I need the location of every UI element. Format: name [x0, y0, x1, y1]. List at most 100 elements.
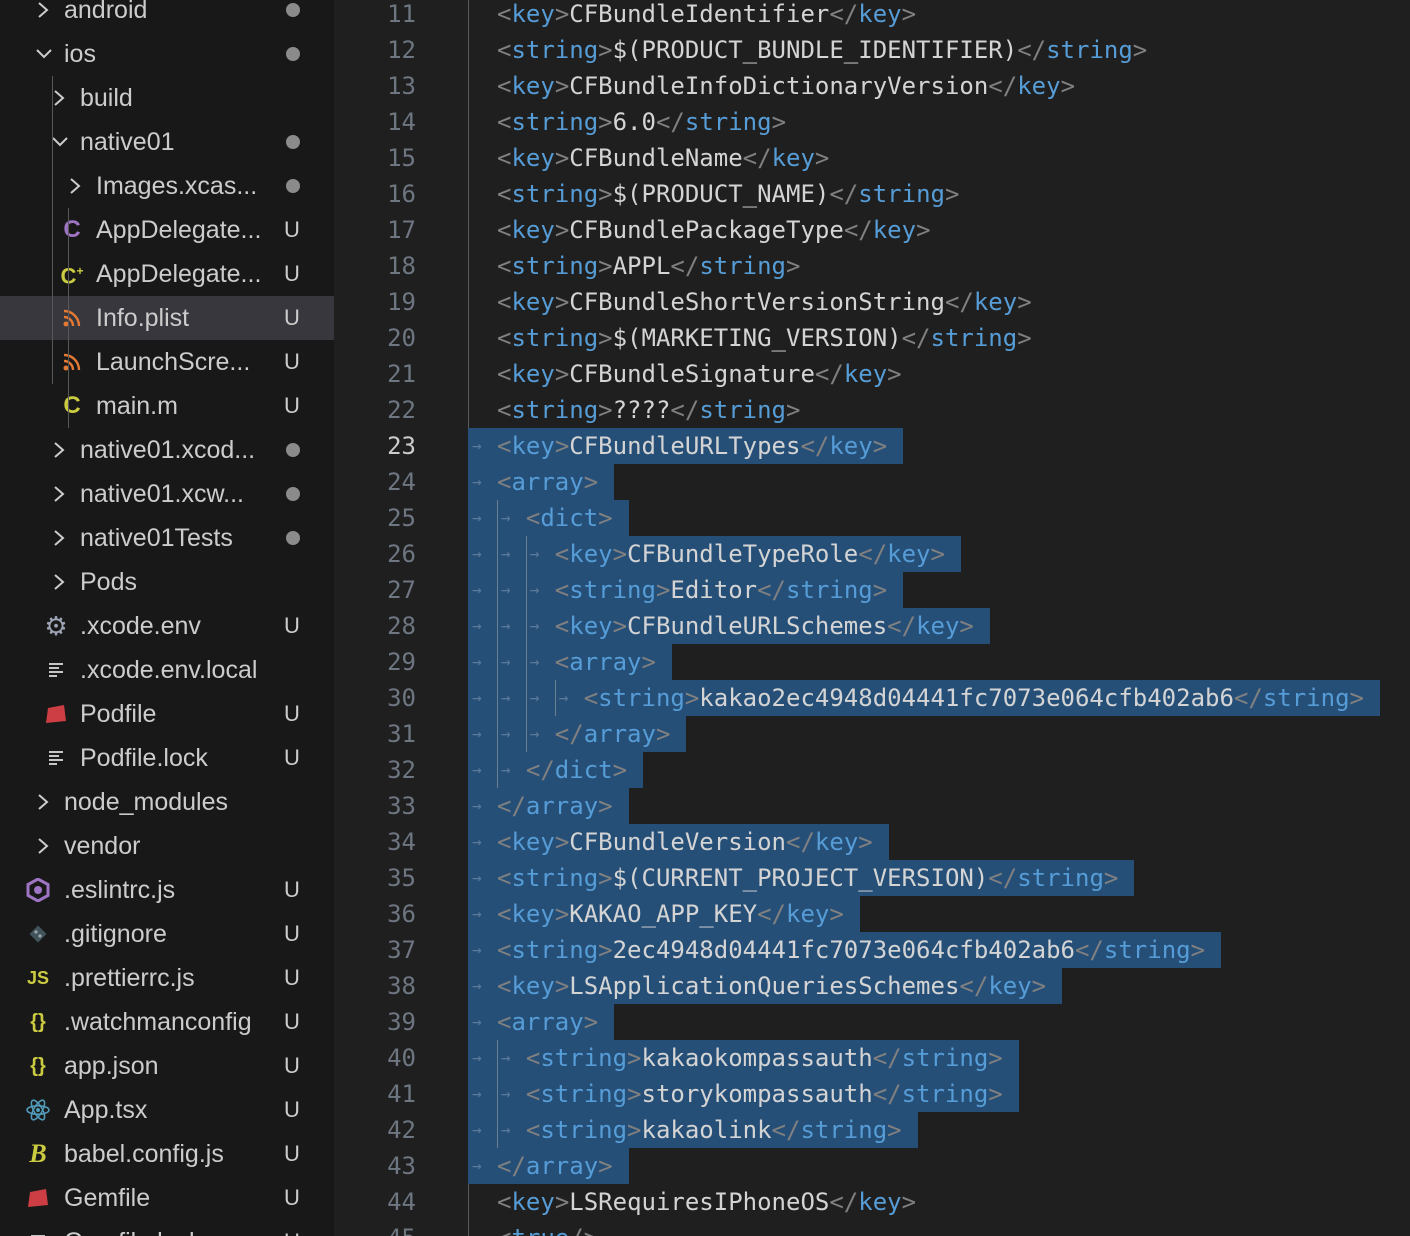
- chevron-right-icon[interactable]: [48, 428, 72, 472]
- code-text[interactable]: <string>6.0</string>: [497, 104, 786, 140]
- code-text[interactable]: <key>KAKAO_APP_KEY</key>: [497, 896, 844, 932]
- explorer-item-appdelegate[interactable]: C+ AppDelegate... U: [0, 252, 334, 296]
- code-text[interactable]: <string>2ec4948d04441fc7073e064cfb402ab6…: [497, 932, 1205, 968]
- explorer-item-babel-config-js[interactable]: Bbabel.config.js U: [0, 1132, 334, 1176]
- chevron-down-icon[interactable]: [32, 32, 56, 76]
- code-line[interactable]: 17 <key>CFBundlePackageType</key>: [334, 212, 1410, 248]
- code-text[interactable]: <string>$(MARKETING_VERSION)</string>: [497, 320, 1032, 356]
- code-line[interactable]: → → → 29 <array>: [334, 644, 1410, 680]
- code-text[interactable]: <key>CFBundleVersion</key>: [497, 824, 873, 860]
- code-text[interactable]: <key>CFBundlePackageType</key>: [497, 212, 931, 248]
- code-text[interactable]: <string>kakaokompassauth</string>: [526, 1040, 1003, 1076]
- code-text[interactable]: <string>kakao2ec4948d04441fc7073e064cfb4…: [584, 680, 1364, 716]
- code-text[interactable]: <key>CFBundleURLTypes</key>: [497, 428, 887, 464]
- code-line[interactable]: → → → 27 <string>Editor</string>: [334, 572, 1410, 608]
- code-text[interactable]: <key>LSRequiresIPhoneOS</key>: [497, 1184, 916, 1220]
- explorer-item-watchmanconfig[interactable]: {} .watchmanconfig U: [0, 1000, 334, 1044]
- code-line[interactable]: 21 <key>CFBundleSignature</key>: [334, 356, 1410, 392]
- code-text[interactable]: <array>: [497, 1004, 598, 1040]
- code-line[interactable]: 20 <string>$(MARKETING_VERSION)</string>: [334, 320, 1410, 356]
- code-text[interactable]: </dict>: [526, 752, 627, 788]
- explorer-item-appdelegate[interactable]: C AppDelegate... U: [0, 208, 334, 252]
- code-text[interactable]: <key>CFBundleIdentifier</key>: [497, 0, 916, 32]
- explorer-item-app-json[interactable]: {} app.json U: [0, 1044, 334, 1088]
- explorer-item-native01-xcod[interactable]: native01.xcod...: [0, 428, 334, 472]
- code-line[interactable]: → 43 </array>: [334, 1148, 1410, 1184]
- code-line[interactable]: → → 40 <string>kakaokompassauth</string>: [334, 1040, 1410, 1076]
- code-text[interactable]: <true/>: [497, 1220, 598, 1236]
- chevron-right-icon[interactable]: [48, 560, 72, 604]
- code-line[interactable]: 12 <string>$(PRODUCT_BUNDLE_IDENTIFIER)</…: [334, 32, 1410, 68]
- explorer-item-ios[interactable]: ios: [0, 32, 334, 76]
- code-text[interactable]: </array>: [497, 788, 613, 824]
- code-line[interactable]: → 37 <string>2ec4948d04441fc7073e064cfb402…: [334, 932, 1410, 968]
- explorer-item-main-m[interactable]: Cmain.m U: [0, 384, 334, 428]
- code-text[interactable]: <key>CFBundleURLSchemes</key>: [555, 608, 974, 644]
- code-text[interactable]: <array>: [555, 644, 656, 680]
- explorer-item-xcode-env[interactable]: ⚙ .xcode.env U: [0, 604, 334, 648]
- explorer-item-app-tsx[interactable]: App.tsx U: [0, 1088, 334, 1132]
- code-line[interactable]: → → 25 <dict>: [334, 500, 1410, 536]
- code-line[interactable]: → → → 31 </array>: [334, 716, 1410, 752]
- explorer-item-native01tests[interactable]: native01Tests: [0, 516, 334, 560]
- code-line[interactable]: 18 <string>APPL</string>: [334, 248, 1410, 284]
- explorer-item-info-plist[interactable]: Info.plist U: [0, 296, 334, 340]
- code-line[interactable]: → 24 <array>: [334, 464, 1410, 500]
- code-line[interactable]: → → → 26 <key>CFBundleTypeRole</key>: [334, 536, 1410, 572]
- code-line[interactable]: 19 <key>CFBundleShortVersionString</key>: [334, 284, 1410, 320]
- chevron-right-icon[interactable]: [32, 824, 56, 868]
- explorer-item-prettierrc-js[interactable]: JS .prettierrc.js U: [0, 956, 334, 1000]
- explorer-item-podfile-lock[interactable]: Podfile.lock U: [0, 736, 334, 780]
- code-text[interactable]: </array>: [497, 1148, 613, 1184]
- code-text[interactable]: <key>LSApplicationQueriesSchemes</key>: [497, 968, 1046, 1004]
- code-text[interactable]: <key>CFBundleName</key>: [497, 140, 829, 176]
- explorer-item-xcode-env-local[interactable]: .xcode.env.local: [0, 648, 334, 692]
- explorer-item-pods[interactable]: Pods: [0, 560, 334, 604]
- code-line[interactable]: → 33 </array>: [334, 788, 1410, 824]
- code-line[interactable]: → → → → 30 <string>kakao2ec4948d04441fc7073e0…: [334, 680, 1410, 716]
- code-line[interactable]: 13 <key>CFBundleInfoDictionaryVersion</ke…: [334, 68, 1410, 104]
- explorer-item-gemfile[interactable]: Gemfile U: [0, 1176, 334, 1220]
- chevron-right-icon[interactable]: [64, 164, 88, 208]
- explorer-item-android[interactable]: android: [0, 0, 334, 32]
- code-line[interactable]: 14 <string>6.0</string>: [334, 104, 1410, 140]
- code-line[interactable]: → 36 <key>KAKAO_APP_KEY</key>: [334, 896, 1410, 932]
- code-line[interactable]: → 34 <key>CFBundleVersion</key>: [334, 824, 1410, 860]
- code-line[interactable]: 22 <string>????</string>: [334, 392, 1410, 428]
- explorer-item-native01[interactable]: native01: [0, 120, 334, 164]
- code-line[interactable]: 16 <string>$(PRODUCT_NAME)</string>: [334, 176, 1410, 212]
- code-text[interactable]: <dict>: [526, 500, 613, 536]
- explorer-item-gemfile-lock[interactable]: Gemfile.lock U: [0, 1220, 334, 1236]
- code-text[interactable]: <key>CFBundleSignature</key>: [497, 356, 902, 392]
- explorer-item-node-modules[interactable]: node_modules: [0, 780, 334, 824]
- code-text[interactable]: <string>APPL</string>: [497, 248, 800, 284]
- chevron-right-icon[interactable]: [32, 780, 56, 824]
- code-text[interactable]: <array>: [497, 464, 598, 500]
- explorer-item-build[interactable]: build: [0, 76, 334, 120]
- explorer-item-launchscre[interactable]: LaunchScre... U: [0, 340, 334, 384]
- code-editor[interactable]: 11 <key>CFBundleIdentifier</key> 12 <string…: [334, 0, 1410, 1236]
- chevron-right-icon[interactable]: [32, 0, 56, 32]
- code-text[interactable]: <key>CFBundleShortVersionString</key>: [497, 284, 1032, 320]
- code-text[interactable]: <string>$(PRODUCT_NAME)</string>: [497, 176, 959, 212]
- explorer-item-vendor[interactable]: vendor: [0, 824, 334, 868]
- code-line[interactable]: → 39 <array>: [334, 1004, 1410, 1040]
- chevron-right-icon[interactable]: [48, 472, 72, 516]
- explorer-item-gitignore[interactable]: .gitignore U: [0, 912, 334, 956]
- code-text[interactable]: <key>CFBundleInfoDictionaryVersion</key>: [497, 68, 1075, 104]
- code-line[interactable]: 44 <key>LSRequiresIPhoneOS</key>: [334, 1184, 1410, 1220]
- explorer-item-eslintrc-js[interactable]: .eslintrc.js U: [0, 868, 334, 912]
- code-line[interactable]: 45 <true/>: [334, 1220, 1410, 1236]
- chevron-right-icon[interactable]: [48, 516, 72, 560]
- code-text[interactable]: <string>Editor</string>: [555, 572, 887, 608]
- code-line[interactable]: → 35 <string>$(CURRENT_PROJECT_VERSION)</s…: [334, 860, 1410, 896]
- code-line[interactable]: → → → 28 <key>CFBundleURLSchemes</key>: [334, 608, 1410, 644]
- explorer-item-native01-xcw[interactable]: native01.xcw...: [0, 472, 334, 516]
- code-text[interactable]: <string>$(CURRENT_PROJECT_VERSION)</stri…: [497, 860, 1118, 896]
- code-line[interactable]: → → 41 <string>storykompassauth</string>: [334, 1076, 1410, 1112]
- code-line[interactable]: 15 <key>CFBundleName</key>: [334, 140, 1410, 176]
- code-text[interactable]: <string>????</string>: [497, 392, 800, 428]
- code-text[interactable]: <string>kakaolink</string>: [526, 1112, 902, 1148]
- code-line[interactable]: → 23 <key>CFBundleURLTypes</key>: [334, 428, 1410, 464]
- explorer-item-podfile[interactable]: Podfile U: [0, 692, 334, 736]
